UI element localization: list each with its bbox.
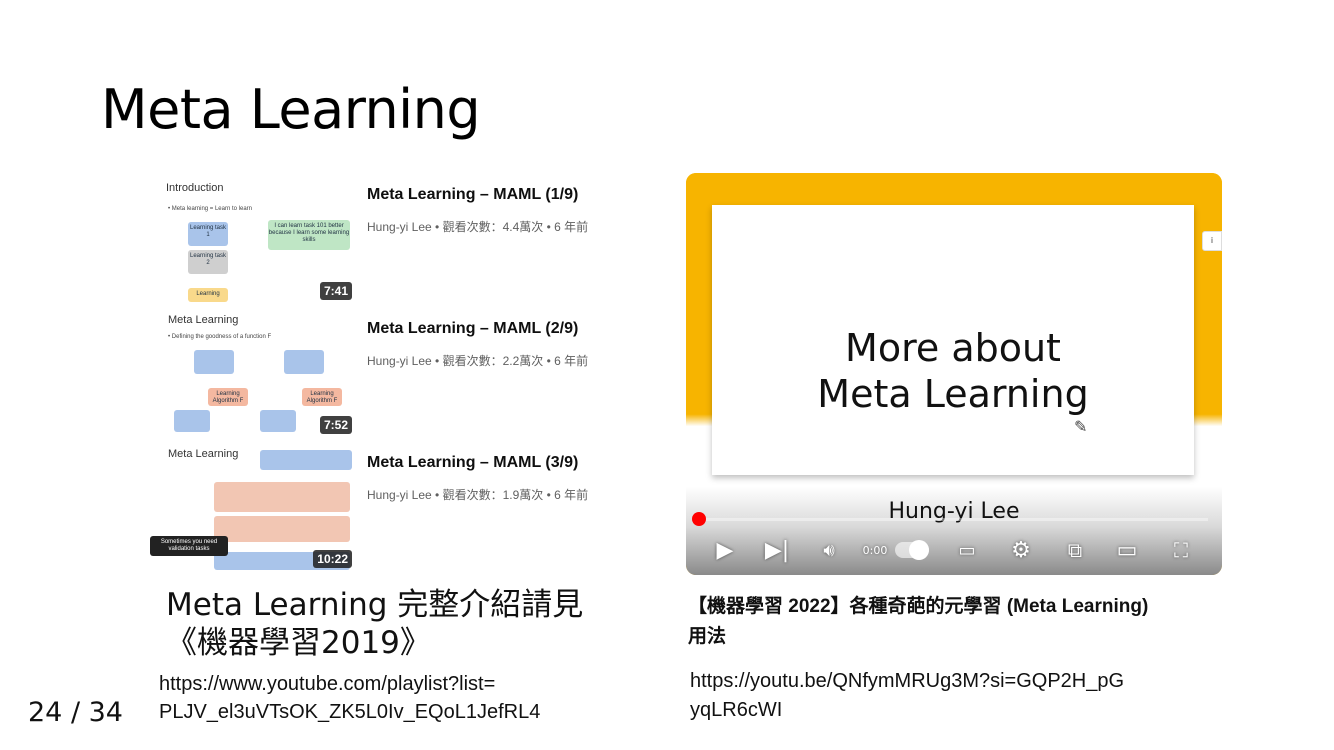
- video-meta: Hung-yi Lee • 觀看次數：4.4萬次 • 6 年前: [367, 220, 589, 234]
- cursor-icon: ✎: [1074, 417, 1088, 436]
- thumbnail-diagram-box: I can learn task 101 better because I le…: [268, 220, 350, 250]
- thumbnail-diagram-box: Sometimes you need validation tasks: [150, 536, 228, 556]
- thumbnail-heading: Introduction: [166, 182, 224, 194]
- video-slide: More about Meta Learning ✎: [712, 205, 1194, 475]
- info-icon[interactable]: i: [1202, 231, 1222, 251]
- video-link[interactable]: https://youtu.be/QNfymMRUg3M?si=GQP2H_pG…: [690, 667, 1124, 725]
- video-player[interactable]: More about Meta Learning ✎ i Hung-yi Lee…: [686, 173, 1222, 575]
- thumbnail-diagram-box: [194, 350, 234, 374]
- video-slide-title-line: More about: [845, 326, 1061, 370]
- playlist-caption-line: 《機器學習2019》: [166, 625, 431, 661]
- playlist-link-line[interactable]: PLJV_el3uVTsOK_ZK5L0Iv_EQoL1JefRL4: [159, 698, 540, 726]
- video-caption-line: 用法: [688, 626, 727, 647]
- thumbnail-diagram-box: [260, 410, 296, 432]
- playlist-link-line[interactable]: https://www.youtube.com/playlist?list=: [159, 670, 540, 698]
- play-icon[interactable]: ▶: [712, 537, 738, 563]
- playlist-item[interactable]: Introduction • Meta learning = Learn to …: [150, 176, 610, 306]
- thumbnail-diagram-box: [214, 516, 350, 542]
- video-caption-line: 【機器學習 2022】各種奇葩的元學習 (Meta Learning): [688, 596, 1149, 617]
- player-controls: ▶ ▶| 🔊︎ 0:00 ▭ ⚙ ⧉ ▭ ⛶: [686, 533, 1222, 569]
- playlist-link[interactable]: https://www.youtube.com/playlist?list= P…: [159, 670, 540, 726]
- progress-scrubber[interactable]: [692, 512, 706, 526]
- video-duration: 10:22: [313, 550, 352, 568]
- autoplay-toggle[interactable]: [894, 537, 930, 563]
- next-icon[interactable]: ▶|: [764, 537, 790, 563]
- video-slide-title-line: Meta Learning: [817, 372, 1089, 416]
- time-display: 0:00: [862, 543, 888, 557]
- thumbnail-diagram-box: [260, 450, 352, 470]
- video-duration: 7:52: [319, 416, 352, 434]
- video-link-line[interactable]: yqLR6cWI: [690, 696, 1124, 725]
- thumbnail-diagram-box: Learning: [188, 288, 228, 302]
- video-title[interactable]: Meta Learning – MAML (3/9): [367, 454, 578, 472]
- theater-icon[interactable]: ▭: [1112, 537, 1142, 563]
- thumbnail-diagram-box: [284, 350, 324, 374]
- video-title[interactable]: Meta Learning – MAML (2/9): [367, 320, 578, 338]
- thumbnail-text: • Defining the goodness of a function F: [168, 334, 272, 340]
- video-slide-title: More about Meta Learning: [712, 325, 1194, 417]
- thumbnail-diagram-box: Learning Algorithm F: [208, 388, 248, 406]
- playlist: Introduction • Meta learning = Learn to …: [150, 176, 610, 572]
- video-thumbnail[interactable]: Meta Learning • Defining the goodness of…: [150, 310, 356, 438]
- page-number: 24 / 34: [28, 697, 123, 728]
- progress-bar[interactable]: [698, 518, 1208, 521]
- thumbnail-heading: Meta Learning: [168, 314, 239, 326]
- thumbnail-heading: Meta Learning: [168, 448, 239, 460]
- slide-title: Meta Learning: [101, 78, 481, 141]
- video-link-line[interactable]: https://youtu.be/QNfymMRUg3M?si=GQP2H_pG: [690, 667, 1124, 696]
- video-frame[interactable]: More about Meta Learning ✎ i Hung-yi Lee…: [686, 173, 1222, 575]
- playlist-caption: Meta Learning 完整介紹請見 《機器學習2019》: [166, 586, 583, 662]
- subtitles-icon[interactable]: ▭: [954, 537, 980, 563]
- playlist-item[interactable]: Meta Learning Sometimes you need validat…: [150, 444, 610, 574]
- video-thumbnail[interactable]: Meta Learning Sometimes you need validat…: [150, 444, 356, 572]
- video-meta: Hung-yi Lee • 觀看次數：1.9萬次 • 6 年前: [367, 488, 589, 502]
- thumbnail-diagram-box: Learning Algorithm F: [302, 388, 342, 406]
- thumbnail-diagram-box: Learning task 1: [188, 222, 228, 246]
- video-thumbnail[interactable]: Introduction • Meta learning = Learn to …: [150, 176, 356, 304]
- miniplayer-icon[interactable]: ⧉: [1062, 537, 1088, 563]
- thumbnail-diagram-box: [214, 482, 350, 512]
- fullscreen-icon[interactable]: ⛶: [1168, 537, 1194, 563]
- video-meta: Hung-yi Lee • 觀看次數：2.2萬次 • 6 年前: [367, 354, 589, 368]
- video-title[interactable]: Meta Learning – MAML (1/9): [367, 186, 578, 204]
- thumbnail-diagram-box: [174, 410, 210, 432]
- volume-icon[interactable]: 🔊︎: [816, 537, 842, 563]
- video-duration: 7:41: [319, 282, 352, 300]
- playlist-caption-line: Meta Learning 完整介紹請見: [166, 587, 584, 623]
- thumbnail-diagram-box: Learning task 2: [188, 250, 228, 274]
- video-caption: 【機器學習 2022】各種奇葩的元學習 (Meta Learning) 用法: [688, 592, 1228, 652]
- settings-icon[interactable]: ⚙: [1008, 537, 1034, 563]
- playlist-item[interactable]: Meta Learning • Defining the goodness of…: [150, 310, 610, 440]
- thumbnail-text: • Meta learning = Learn to learn: [168, 206, 252, 212]
